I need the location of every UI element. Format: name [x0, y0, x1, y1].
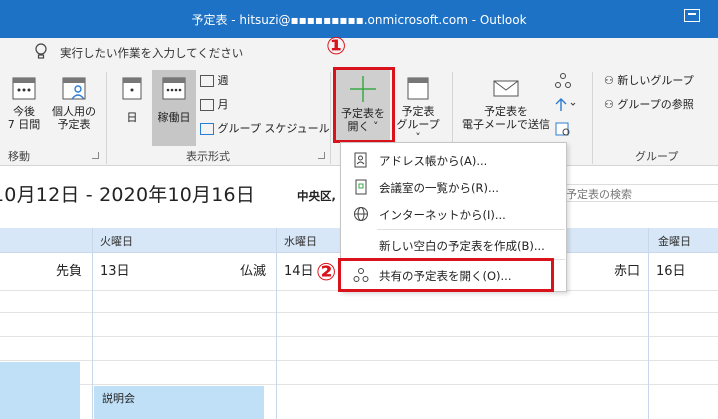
envelope-icon [493, 80, 519, 97]
day-name-tuesday: 火曜日 [100, 235, 133, 248]
highlight-open-calendar [333, 67, 395, 143]
month-view-button[interactable]: 月 [200, 98, 229, 111]
group-schedule-button[interactable]: グループ スケジュール [200, 122, 330, 135]
people-search-icon: ⚇ [604, 98, 618, 111]
tell-me-bar[interactable]: 実行したい作業を入力してください [0, 38, 718, 66]
week-view-button[interactable]: 週 [200, 74, 229, 87]
work-week-view-button[interactable]: 稼働日 [152, 70, 196, 146]
people-icon: ⚇ [604, 74, 618, 87]
event-setsumeikai[interactable]: 説明会 [94, 386, 264, 419]
browse-groups-button[interactable]: ⚇ グループの参照 [604, 98, 694, 111]
rokuyo-monday: 先負 [56, 264, 83, 279]
date-range-title: 10月12日 - 2020年10月16日 [0, 184, 255, 206]
permissions-icon[interactable] [554, 120, 572, 138]
person-calendar-icon [62, 77, 86, 100]
date-tuesday: 13日 [100, 264, 130, 279]
dialog-launcher-icon[interactable] [92, 152, 99, 159]
title-bar: 予定表 - hitsuzi@▪▪▪▪▪▪▪▪▪.onmicrosoft.com … [0, 0, 718, 38]
menu-item-from-address-book[interactable]: アドレス帳から(A)... [341, 148, 566, 172]
address-book-icon [354, 152, 367, 168]
work-week-icon [162, 77, 186, 100]
email-calendar-button[interactable]: 予定表を 電子メールで送信 [460, 74, 552, 131]
menu-item-from-room-list[interactable]: 会議室の一覧から(R)... [341, 175, 566, 199]
menu-item-from-internet[interactable]: インターネットから(I)... [341, 202, 566, 226]
step-marker-2: ② [316, 258, 337, 286]
search-box[interactable] [560, 184, 718, 202]
rokuyo-thursday: 赤口 [614, 264, 641, 279]
next-7-days-button[interactable]: 今後 7 日間 [4, 74, 44, 131]
group-label-move: 移動 [8, 150, 30, 163]
share-icon[interactable] [554, 72, 572, 90]
menu-item-create-blank-calendar[interactable]: 新しい空白の予定表を作成(B)... [341, 233, 566, 257]
room-list-icon [355, 179, 367, 195]
date-friday: 16日 [656, 264, 686, 279]
lightbulb-icon [35, 43, 47, 59]
group-label-arrangement: 表示形式 [186, 150, 230, 163]
day-icon [122, 77, 142, 100]
calendar-group-icon [407, 77, 429, 100]
month-icon [200, 99, 214, 111]
weather-location[interactable]: 中央区, [297, 188, 336, 204]
window-title: 予定表 - hitsuzi@▪▪▪▪▪▪▪▪▪.onmicrosoft.com … [191, 13, 527, 27]
dialog-launcher-icon[interactable] [318, 152, 325, 159]
globe-icon [354, 207, 368, 221]
group-label-group: グループ [635, 150, 679, 163]
date-wednesday: 14日 [284, 264, 314, 279]
event-block[interactable] [0, 362, 80, 419]
tell-me-input[interactable]: 実行したい作業を入力してください [60, 45, 243, 61]
publish-arrow-icon[interactable] [554, 96, 578, 112]
day-view-button[interactable]: 日 [116, 74, 148, 124]
highlight-shared-calendar [338, 258, 554, 292]
rokuyo-tuesday: 仏滅 [240, 264, 267, 279]
day-name-friday: 金曜日 [658, 235, 691, 248]
step-marker-1: ① [326, 32, 347, 60]
day-name-wednesday: 水曜日 [284, 235, 317, 248]
group-schedule-icon [200, 123, 214, 135]
calendar-group-button[interactable]: 予定表 グループ ˅ [392, 74, 444, 144]
new-group-button[interactable]: ⚇ 新しいグループ [604, 74, 694, 87]
ribbon-display-options-icon[interactable] [684, 9, 700, 22]
personal-calendar-button[interactable]: 個人用の 予定表 [48, 74, 100, 131]
calendar-icon [12, 77, 36, 100]
week-icon [200, 75, 214, 87]
